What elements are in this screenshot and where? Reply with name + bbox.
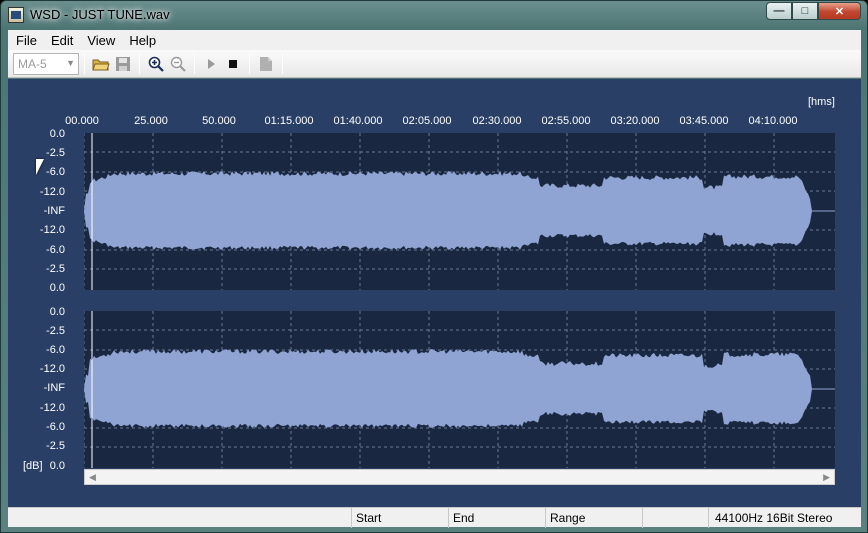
play-icon [208, 58, 215, 69]
scroll-left-icon[interactable]: ◀ [89, 472, 96, 483]
toolbar-separator [194, 53, 195, 74]
time-tick: 02:30.000 [472, 115, 522, 127]
status-format: 44100Hz 16Bit Stereo [715, 511, 833, 525]
minimize-button[interactable]: — [766, 2, 792, 20]
maximize-icon: □ [801, 5, 809, 17]
mouse-cursor [36, 159, 44, 175]
db-tick: -6.0 [46, 421, 65, 433]
save-button[interactable] [112, 53, 134, 75]
time-tick: 03:20.000 [610, 115, 660, 127]
scroll-right-icon[interactable]: ▶ [823, 472, 830, 483]
db-tick: -6.0 [46, 244, 65, 256]
toolbar-separator [84, 53, 85, 74]
app-icon[interactable] [8, 7, 24, 23]
save-disk-icon [116, 56, 130, 71]
db-tick: 0.0 [49, 306, 65, 318]
minimize-icon: — [773, 5, 785, 17]
maximize-button[interactable]: □ [792, 2, 818, 20]
stop-button[interactable] [222, 53, 244, 75]
db-tick: -12.0 [39, 363, 65, 375]
time-tick: 01:15.000 [264, 115, 314, 127]
db-tick: -12.0 [39, 224, 65, 236]
close-icon: ✕ [834, 5, 845, 18]
caption-buttons: — □ ✕ [766, 2, 861, 20]
status-start: Start [352, 508, 449, 528]
waveform-left[interactable] [84, 133, 835, 290]
db-tick: -6.0 [46, 344, 65, 356]
stop-icon [229, 59, 237, 68]
app-window: WSD - JUST TUNE.wav — □ ✕ File Edit View… [0, 0, 868, 533]
status-message [8, 508, 352, 528]
time-tick: 01:40.000 [333, 115, 383, 127]
menu-file[interactable]: File [9, 33, 44, 48]
db-tick: -6.0 [46, 166, 65, 178]
menu-view[interactable]: View [80, 33, 122, 48]
db-tick: -INF [43, 382, 65, 394]
zoom-in-button[interactable] [145, 53, 167, 75]
window-title: WSD - JUST TUNE.wav [30, 7, 170, 22]
status-end: End [449, 508, 546, 528]
db-tick: -2.5 [46, 147, 65, 159]
menu-edit[interactable]: Edit [44, 33, 80, 48]
toolbar-separator [282, 53, 283, 74]
db-tick: 0.0 [49, 282, 65, 294]
db-tick: -12.0 [39, 402, 65, 414]
menu-bar: File Edit View Help [8, 30, 861, 50]
status-spacer [643, 508, 709, 528]
preset-dropdown[interactable]: MA-5 ▼ [13, 52, 79, 75]
title-bar[interactable]: WSD - JUST TUNE.wav — □ ✕ [1, 1, 867, 29]
db-tick: -2.5 [46, 325, 65, 337]
waveform-envelope [84, 349, 834, 428]
waveform-right[interactable] [84, 311, 835, 468]
horizontal-scrollbar[interactable]: ◀ ▶ [84, 469, 835, 485]
time-tick: 25.000 [134, 115, 168, 127]
db-tick: -2.5 [46, 263, 65, 275]
open-folder-icon [92, 59, 110, 70]
toolbar: MA-5 ▼ [8, 50, 861, 78]
time-tick: 02:55.000 [541, 115, 591, 127]
zoom-in-icon [148, 56, 164, 72]
open-button[interactable] [90, 53, 112, 75]
waveform-envelope [84, 171, 834, 250]
chevron-down-icon: ▼ [66, 57, 75, 68]
zoom-out-button[interactable] [167, 53, 189, 75]
properties-button[interactable] [255, 53, 277, 75]
db-tick: -12.0 [39, 186, 65, 198]
waveform-channel-right[interactable] [84, 311, 835, 468]
status-range: Range [546, 508, 643, 528]
db-tick: -INF [43, 205, 65, 217]
time-tick: 50.000 [202, 115, 236, 127]
toolbar-separator [139, 53, 140, 74]
waveform-area: [hms] 00.000 25.000 50.000 01:15.000 01:… [8, 79, 861, 507]
close-button[interactable]: ✕ [818, 2, 861, 20]
status-bar: Start End Range 44100Hz 16Bit Stereo [8, 507, 861, 528]
document-icon [260, 56, 272, 71]
db-tick: -2.5 [46, 440, 65, 452]
time-unit-label: [hms] [808, 96, 835, 108]
time-tick: 02:05.000 [402, 115, 452, 127]
waveform-channel-left[interactable] [84, 133, 835, 290]
preset-value: MA-5 [18, 56, 47, 71]
time-tick: 04:10.000 [748, 115, 798, 127]
play-button[interactable] [200, 53, 222, 75]
toolbar-separator [249, 53, 250, 74]
zoom-out-icon [170, 56, 186, 72]
menu-help[interactable]: Help [122, 33, 163, 48]
db-unit-label: [dB] [23, 460, 43, 472]
time-tick: 00.000 [65, 115, 99, 127]
time-tick: 03:45.000 [679, 115, 729, 127]
db-tick: 0.0 [49, 128, 65, 140]
